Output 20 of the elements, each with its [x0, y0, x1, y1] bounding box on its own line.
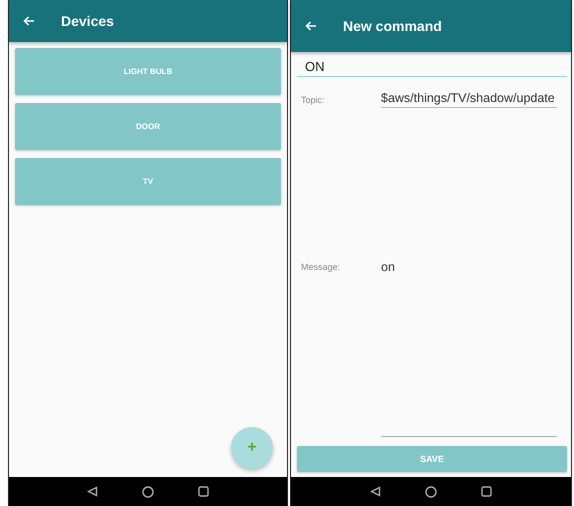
topic-label: Topic:: [300, 94, 326, 105]
back-triangle-icon[interactable]: [370, 486, 381, 497]
message-field[interactable]: on: [381, 258, 557, 437]
message-label: Message:: [300, 261, 342, 274]
home-circle-icon[interactable]: [425, 486, 437, 498]
screen-title: New command: [343, 18, 442, 34]
home-circle-icon[interactable]: [142, 486, 154, 498]
back-arrow-icon[interactable]: [305, 21, 317, 31]
add-button[interactable]: +: [231, 427, 273, 469]
device-button[interactable]: DOOR: [15, 103, 281, 150]
back-triangle-icon[interactable]: [87, 486, 98, 497]
save-button[interactable]: SAVE: [297, 446, 567, 472]
device-button[interactable]: TV: [15, 158, 281, 205]
overview-square-icon[interactable]: [481, 486, 492, 497]
back-arrow-icon[interactable]: [23, 16, 35, 26]
screen-title: Devices: [61, 13, 114, 29]
topic-field[interactable]: $aws/things/TV/shadow/update: [381, 91, 557, 108]
name-field[interactable]: ON: [297, 54, 567, 77]
overview-square-icon[interactable]: [198, 486, 209, 497]
device-button[interactable]: LIGHT BULB: [15, 48, 281, 95]
